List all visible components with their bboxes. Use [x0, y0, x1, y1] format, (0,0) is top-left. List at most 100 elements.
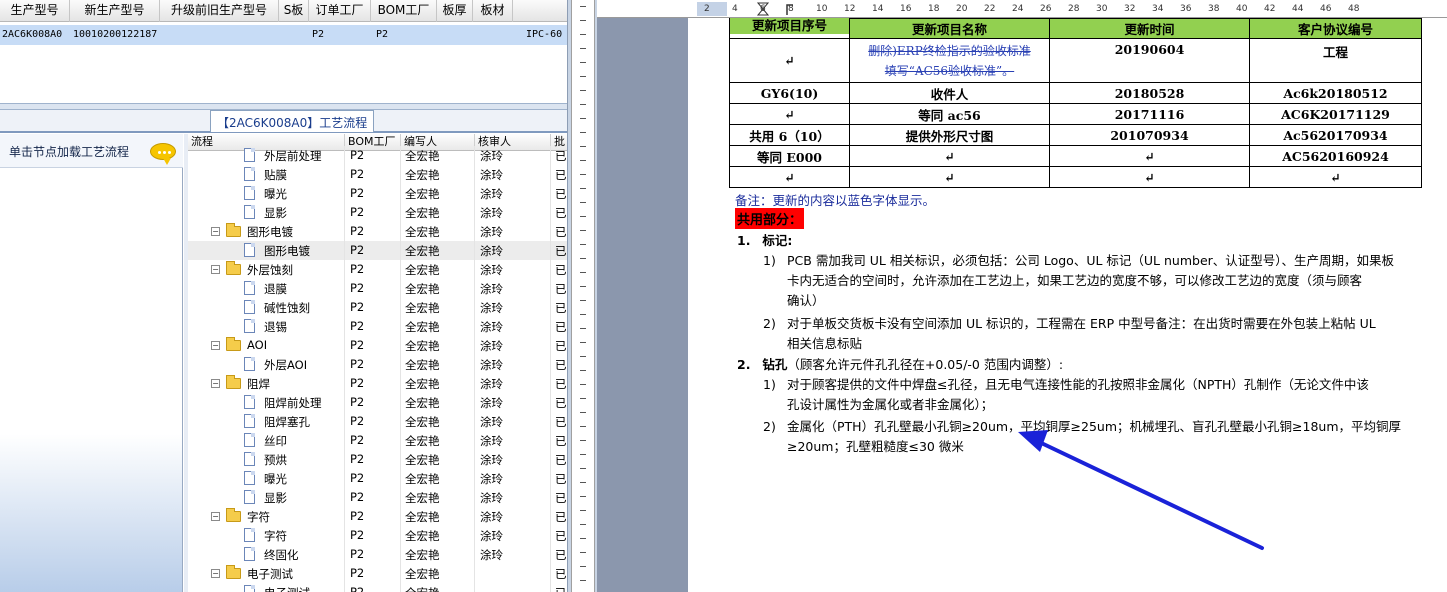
collapse-icon[interactable]: −	[211, 227, 220, 236]
cell-code: Ac5620170934	[1249, 124, 1422, 146]
tree-cell-approve: 已	[555, 225, 567, 239]
tree-row[interactable]: 阻焊前处理 P2 全宏艳 涂玲 已	[188, 393, 567, 412]
tree-cell-bom: P2	[350, 338, 365, 352]
col-bom-factory[interactable]: BOM工厂	[371, 0, 437, 22]
tree-row[interactable]: − 图形电镀 P2 全宏艳 涂玲 已	[188, 222, 567, 241]
tree-row[interactable]: − AOI P2 全宏艳 涂玲 已	[188, 336, 567, 355]
ruler-number: 24	[1012, 4, 1024, 14]
col-thickness[interactable]: 板厚	[437, 0, 473, 22]
col-new-model[interactable]: 新生产型号	[70, 0, 160, 22]
col-order-factory[interactable]: 订单工厂	[309, 0, 371, 22]
section-2-heading: 2. 钻孔（顾客允许元件孔孔径在+0.05/-0 范围内调整）:	[737, 355, 1063, 375]
table-row: 共用 6（10） 提供外形尺寸图 201070934 Ac5620170934	[729, 124, 1422, 146]
cell-time: 201070934	[1049, 124, 1250, 146]
column-divider	[400, 583, 401, 592]
horizontal-splitter[interactable]	[0, 103, 567, 110]
table-row[interactable]: 2AC6K008A0 10010200122187 P2 P2 IPC-60	[0, 25, 567, 45]
column-divider	[344, 431, 345, 450]
col-model[interactable]: 生产型号	[0, 0, 70, 22]
collapse-icon[interactable]: −	[211, 569, 220, 578]
tree-row[interactable]: 显影 P2 全宏艳 涂玲 已	[188, 203, 567, 222]
ruler-tick	[580, 118, 586, 119]
struck-line-2: 填写“AC56验收标准”。	[884, 63, 1015, 78]
tree-cell-bom: P2	[350, 509, 365, 523]
tree-row[interactable]: 外层AOI P2 全宏艳 涂玲 已	[188, 355, 567, 374]
tree-row[interactable]: 显影 P2 全宏艳 涂玲 已	[188, 488, 567, 507]
tree-row[interactable]: 曝光 P2 全宏艳 涂玲 已	[188, 469, 567, 488]
col-s-board[interactable]: S板	[279, 0, 309, 22]
tree-cell-bom: P2	[350, 243, 365, 257]
table-row: ↵ 等同 ac56 20171116 AC6K20171129	[729, 103, 1422, 125]
tree-row[interactable]: 字符 P2 全宏艳 涂玲 已	[188, 526, 567, 545]
cell-no: ↵	[729, 166, 850, 188]
ruler-tick	[580, 566, 586, 567]
ruler-tick	[580, 482, 586, 483]
column-divider	[474, 317, 475, 336]
tree-cell-writer: 全宏艳	[405, 453, 440, 467]
cell-time: ↵	[1049, 166, 1250, 188]
column-divider	[400, 146, 401, 165]
tree-cell-reviewer: 涂玲	[480, 282, 503, 296]
document-icon	[244, 281, 255, 295]
tree-row[interactable]: 丝印 P2 全宏艳 涂玲 已	[188, 431, 567, 450]
column-divider	[474, 564, 475, 583]
tree-node-label: 阻焊塞孔	[264, 415, 310, 429]
para-line: 相关信息标贴	[787, 336, 863, 351]
tree-row[interactable]: 退膜 P2 全宏艳 涂玲 已	[188, 279, 567, 298]
tree-row[interactable]: 终固化 P2 全宏艳 涂玲 已	[188, 545, 567, 564]
column-divider	[474, 165, 475, 184]
paragraph-pth: 金属化（PTH）孔孔壁最小孔铜≥20um，平均铜厚≥25um；机械埋孔、盲孔孔壁…	[787, 417, 1447, 457]
cell-code: AC6K20171129	[1249, 103, 1422, 125]
document-page[interactable]: 更新项目序号 更新项目名称 更新时间 客户协议编号 ↵ 删除)ERP终检指示的验…	[688, 18, 1447, 592]
tree-row[interactable]: 碱性蚀刻 P2 全宏艳 涂玲 已	[188, 298, 567, 317]
tree-row[interactable]: − 阻焊 P2 全宏艳 涂玲 已	[188, 374, 567, 393]
chat-bubble-icon[interactable]	[150, 143, 176, 165]
column-divider	[344, 298, 345, 317]
tree-cell-approve: 已	[555, 358, 567, 372]
cell-name-struck: 删除)ERP终检指示的验收标准 填写“AC56验收标准”。	[849, 38, 1050, 83]
tree-row[interactable]: 外层前处理 P2 全宏艳 涂玲 已	[188, 146, 567, 165]
column-divider	[474, 222, 475, 241]
ruler-number: 6	[760, 4, 766, 14]
process-app-panel: 生产型号 新生产型号 升级前旧生产型号 S板 订单工厂 BOM工厂 板厚 板材 …	[0, 0, 567, 592]
tree-row[interactable]: 贴膜 P2 全宏艳 涂玲 已	[188, 165, 567, 184]
tree-cell-writer: 全宏艳	[405, 472, 440, 486]
tab-process-flow[interactable]: 【2AC6K008A0】工艺流程	[210, 110, 375, 132]
folder-icon	[226, 375, 241, 389]
collapse-icon[interactable]: −	[211, 265, 220, 274]
section-number: 1.	[737, 233, 751, 248]
tree-row[interactable]: 电子测试 P2 全宏艳 已	[188, 583, 567, 592]
tree-node-label: 显影	[264, 206, 287, 220]
column-divider	[400, 374, 401, 393]
tree-cell-approve: 已	[555, 396, 567, 410]
collapse-icon[interactable]: −	[211, 379, 220, 388]
cell-time: ↵	[1049, 145, 1250, 167]
grid-header: 生产型号 新生产型号 升级前旧生产型号 S板 订单工厂 BOM工厂 板厚 板材	[0, 0, 567, 22]
tree-cell-reviewer: 涂玲	[480, 263, 503, 277]
tree-row[interactable]: − 电子测试 P2 全宏艳 已	[188, 564, 567, 583]
collapse-icon[interactable]: −	[211, 512, 220, 521]
th-item-no: 更新项目序号	[729, 18, 850, 35]
column-divider	[344, 488, 345, 507]
ruler-tick	[580, 384, 586, 385]
tree-row[interactable]: 阻焊塞孔 P2 全宏艳 涂玲 已	[188, 412, 567, 431]
tree-row[interactable]: 曝光 P2 全宏艳 涂玲 已	[188, 184, 567, 203]
tree-row[interactable]: 预烘 P2 全宏艳 涂玲 已	[188, 450, 567, 469]
collapse-icon[interactable]: −	[211, 341, 220, 350]
col-old-model[interactable]: 升级前旧生产型号	[160, 0, 279, 22]
tree-row[interactable]: 退锡 P2 全宏艳 涂玲 已	[188, 317, 567, 336]
col-material[interactable]: 板材	[473, 0, 513, 22]
cell-material: IPC-60	[526, 29, 563, 40]
column-divider	[550, 165, 551, 184]
tree-row[interactable]: − 外层蚀刻 P2 全宏艳 涂玲 已	[188, 260, 567, 279]
horizontal-ruler[interactable]: 2 4 6 8 10 12 14 16 18 20 22 24 26 28 30 32 34 36 38 40 42 44…	[597, 0, 1447, 18]
tree-row[interactable]: 图形电镀 P2 全宏艳 涂玲 已	[188, 241, 567, 260]
tree-cell-approve: 已	[555, 548, 567, 562]
tree-row[interactable]: − 字符 P2 全宏艳 涂玲 已	[188, 507, 567, 526]
tree-cell-reviewer: 涂玲	[480, 168, 503, 182]
item-number: 2)	[763, 419, 776, 434]
document-icon	[244, 300, 255, 314]
tree-cell-reviewer: 涂玲	[480, 415, 503, 429]
side-panel: 单击节点加载工艺流程	[0, 134, 183, 592]
folder-icon	[226, 565, 241, 579]
